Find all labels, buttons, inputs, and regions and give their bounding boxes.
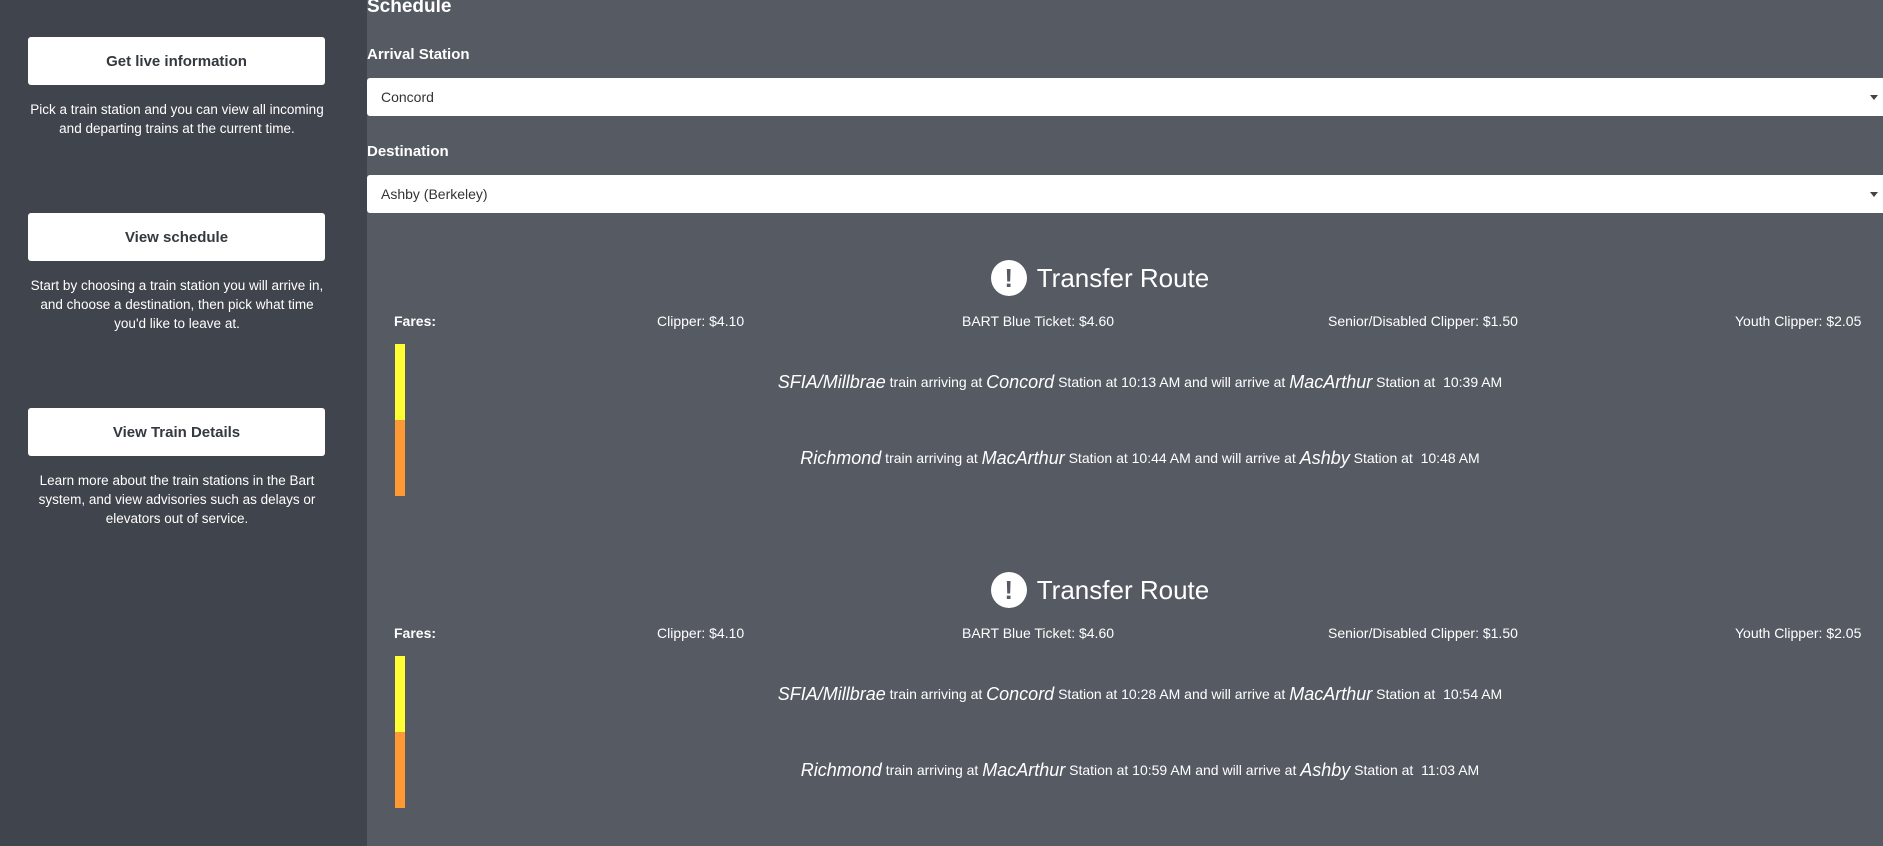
fare-bart-blue: BART Blue Ticket: $4.60 bbox=[962, 313, 1115, 329]
leg-text-part: Station at 10:44 AM and will arrive at bbox=[1064, 450, 1300, 466]
to-station: MacArthur bbox=[1289, 683, 1373, 704]
route-title: Transfer Route bbox=[1036, 574, 1210, 605]
destination-select[interactable]: Ashby (Berkeley) bbox=[367, 175, 1883, 213]
leg-text-part: Station at 10:54 AM bbox=[1372, 686, 1503, 702]
details-description: Learn more about the train stations in t… bbox=[38, 473, 316, 526]
route-leg: SFIA/Millbrae train arriving at Concord … bbox=[395, 656, 1875, 732]
to-station: Ashby bbox=[1299, 447, 1350, 468]
get-live-information-button[interactable]: Get live information bbox=[28, 37, 325, 85]
fare-clipper: Clipper: $4.10 bbox=[657, 313, 745, 329]
from-station: MacArthur bbox=[981, 447, 1065, 468]
route-leg: Richmond train arriving at MacArthur Sta… bbox=[395, 420, 1875, 496]
arrival-station-select[interactable]: Concord bbox=[367, 78, 1883, 116]
leg-text: Richmond train arriving at MacArthur Sta… bbox=[405, 420, 1875, 496]
fare-senior: Senior/Disabled Clipper: $1.50 bbox=[1328, 625, 1518, 641]
leg-text-part: Station at 10:13 AM and will arrive at bbox=[1054, 374, 1290, 390]
chevron-down-icon bbox=[1870, 95, 1878, 100]
line-color-bar bbox=[395, 732, 405, 808]
route-leg: SFIA/Millbrae train arriving at Concord … bbox=[395, 344, 1875, 420]
train-name: SFIA/Millbrae bbox=[777, 371, 886, 392]
destination-label: Destination bbox=[367, 143, 449, 160]
fares-row: Fares: Clipper: $4.10 BART Blue Ticket: … bbox=[367, 625, 1883, 645]
view-schedule-button[interactable]: View schedule bbox=[28, 213, 325, 261]
leg-text-part: Station at 10:39 AM bbox=[1372, 374, 1503, 390]
leg-text: SFIA/Millbrae train arriving at Concord … bbox=[405, 344, 1875, 420]
from-station: Concord bbox=[986, 371, 1055, 392]
leg-text-part: Station at 10:48 AM bbox=[1349, 450, 1480, 466]
leg-text-part: Station at 10:59 AM and will arrive at bbox=[1065, 762, 1301, 778]
leg-text-part: train arriving at bbox=[881, 450, 982, 466]
arrival-station-value: Concord bbox=[381, 89, 434, 105]
route-leg: Richmond train arriving at MacArthur Sta… bbox=[395, 732, 1875, 808]
to-station: Ashby bbox=[1300, 759, 1351, 780]
route-title: Transfer Route bbox=[1036, 262, 1210, 293]
fares-row: Fares: Clipper: $4.10 BART Blue Ticket: … bbox=[367, 313, 1883, 333]
fare-clipper: Clipper: $4.10 bbox=[657, 625, 745, 641]
fare-senior: Senior/Disabled Clipper: $1.50 bbox=[1328, 313, 1518, 329]
chevron-down-icon bbox=[1870, 192, 1878, 197]
main-content: Schedule Arrival Station Concord Destina… bbox=[367, 0, 1883, 846]
live-description: Pick a train station and you can view al… bbox=[30, 102, 324, 136]
fare-youth: Youth Clipper: $2.05 bbox=[1735, 313, 1862, 329]
line-color-bar bbox=[395, 420, 405, 496]
route-header: ! Transfer Route bbox=[367, 570, 1883, 610]
to-station: MacArthur bbox=[1289, 371, 1373, 392]
fare-bart-blue: BART Blue Ticket: $4.60 bbox=[962, 625, 1115, 641]
from-station: Concord bbox=[986, 683, 1055, 704]
leg-text: SFIA/Millbrae train arriving at Concord … bbox=[405, 656, 1875, 732]
fare-youth: Youth Clipper: $2.05 bbox=[1735, 625, 1862, 641]
schedule-description: Start by choosing a train station you wi… bbox=[30, 278, 324, 331]
page-title: Schedule bbox=[367, 0, 452, 17]
sidebar-section-schedule: View schedule Start by choosing a train … bbox=[28, 213, 326, 333]
leg-text-part: Station at 10:28 AM and will arrive at bbox=[1054, 686, 1290, 702]
train-name: SFIA/Millbrae bbox=[777, 683, 886, 704]
fares-label: Fares: bbox=[394, 625, 437, 641]
line-color-bar bbox=[395, 344, 405, 420]
view-train-details-button[interactable]: View Train Details bbox=[28, 408, 325, 456]
destination-value: Ashby (Berkeley) bbox=[381, 186, 488, 202]
line-color-bar bbox=[395, 656, 405, 732]
sidebar-section-details: View Train Details Learn more about the … bbox=[28, 408, 326, 528]
leg-text-part: train arriving at bbox=[885, 374, 987, 390]
exclamation-icon: ! bbox=[990, 572, 1027, 608]
sidebar-section-live: Get live information Pick a train statio… bbox=[28, 37, 326, 138]
fares-label: Fares: bbox=[394, 313, 437, 329]
exclamation-icon: ! bbox=[990, 260, 1027, 296]
leg-text-part: Station at 11:03 AM bbox=[1350, 762, 1480, 778]
leg-text-part: train arriving at bbox=[881, 762, 983, 778]
train-name: Richmond bbox=[800, 759, 882, 780]
route-header: ! Transfer Route bbox=[367, 258, 1883, 298]
leg-text: Richmond train arriving at MacArthur Sta… bbox=[405, 732, 1875, 808]
leg-text-part: train arriving at bbox=[885, 686, 987, 702]
sidebar: Get live information Pick a train statio… bbox=[0, 0, 367, 846]
from-station: MacArthur bbox=[982, 759, 1066, 780]
train-name: Richmond bbox=[800, 447, 882, 468]
arrival-station-label: Arrival Station bbox=[367, 46, 470, 63]
